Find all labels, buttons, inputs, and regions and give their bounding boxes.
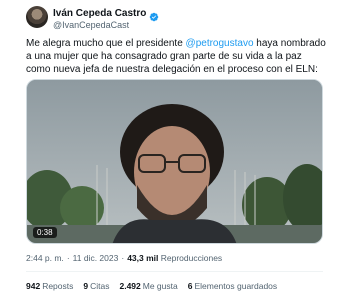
- tweet-time[interactable]: 2:44 p. m.: [26, 253, 64, 263]
- quotes-count: 9: [83, 281, 89, 291]
- bookmarks-count: 6: [187, 281, 193, 291]
- views-count: 43,3 mil: [127, 253, 159, 263]
- tweet-date[interactable]: 11 dic. 2023: [73, 253, 119, 263]
- author-name[interactable]: Iván Cepeda Castro: [53, 8, 146, 19]
- bookmarks-stat[interactable]: 6 Elementos guardados: [188, 281, 277, 291]
- tweet-meta: 2:44 p. m. · 11 dic. 2023 · 43,3 mil Reprodu…: [26, 253, 222, 263]
- reposts-count: 942: [26, 281, 41, 291]
- mention-link[interactable]: @petrogustavo: [186, 38, 254, 49]
- views-label: Reproducciones: [160, 253, 223, 263]
- reposts-stat[interactable]: 942 Reposts: [26, 281, 73, 291]
- engagement-stats: 942 Reposts 9 Citas 2.492 Me gusta 6 Element…: [26, 281, 277, 291]
- quotes-stat[interactable]: 9 Citas: [83, 281, 109, 291]
- bookmarks-label: Elementos guardados: [194, 281, 278, 291]
- meta-separator: ·: [66, 253, 70, 263]
- tweet-header: Iván Cepeda Castro @IvanCepedaCast: [26, 6, 326, 34]
- video-player[interactable]: 0:38: [26, 79, 323, 244]
- tweet-text: Me alegra mucho que el presidente @petro…: [26, 37, 326, 76]
- verified-badge-icon: [149, 9, 159, 21]
- quotes-label: Citas: [90, 281, 110, 291]
- likes-label: Me gusta: [142, 281, 178, 291]
- avatar[interactable]: [26, 6, 48, 28]
- tweet-text-before: Me alegra mucho que el presidente: [26, 38, 186, 49]
- meta-separator: ·: [121, 253, 125, 263]
- likes-count: 2.492: [119, 281, 141, 291]
- video-duration: 0:38: [33, 227, 57, 238]
- video-frame: [27, 80, 322, 243]
- likes-stat[interactable]: 2.492 Me gusta: [119, 281, 177, 291]
- author-handle[interactable]: @IvanCepedaCast: [53, 20, 129, 30]
- author-name-row: Iván Cepeda Castro: [53, 8, 159, 21]
- divider: [26, 271, 323, 272]
- reposts-label: Reposts: [42, 281, 74, 291]
